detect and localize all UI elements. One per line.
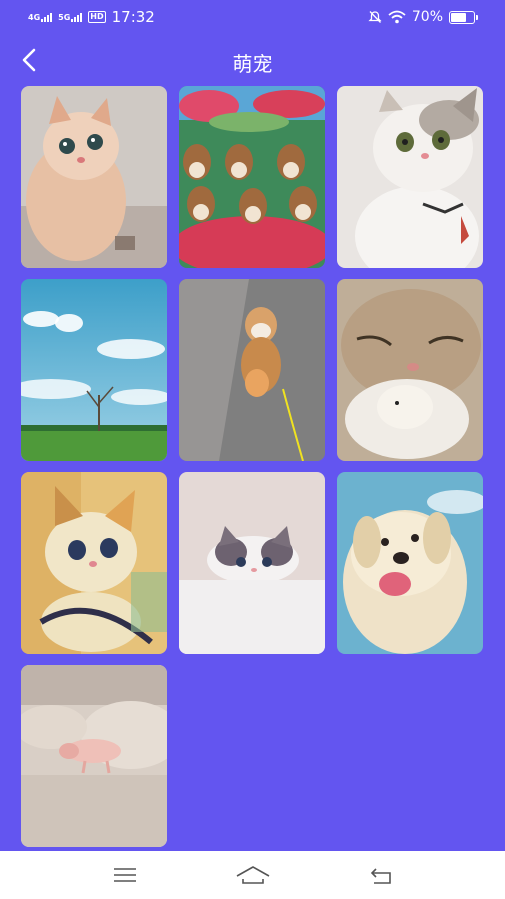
cat-image	[337, 86, 483, 268]
pet-image-6[interactable]	[337, 279, 483, 461]
home-button[interactable]	[227, 855, 279, 895]
status-right: 70%	[368, 9, 478, 25]
battery-icon	[449, 10, 478, 24]
menu-button[interactable]	[99, 855, 151, 895]
system-back-button[interactable]	[355, 855, 407, 895]
network-label-5g: 5G	[58, 13, 71, 22]
back-icon	[370, 868, 391, 884]
page-title: 萌宠	[232, 52, 273, 76]
signal-icon	[71, 12, 83, 22]
pet-gallery	[21, 86, 483, 847]
home-icon	[236, 866, 269, 884]
pet-image-4[interactable]	[21, 279, 167, 461]
cat-image	[21, 86, 167, 268]
pet-image-3[interactable]	[337, 86, 483, 268]
pet-image-10[interactable]	[21, 665, 167, 847]
status-left: 4G 5G HD 17:32	[28, 8, 155, 26]
dogs-image	[179, 86, 325, 268]
signal-icon	[41, 12, 53, 22]
dog-image	[337, 472, 483, 654]
cat-image	[179, 472, 325, 654]
kitten-image	[21, 472, 167, 654]
puppy-image	[179, 279, 325, 461]
navigation-bar	[0, 851, 505, 899]
clock: 17:32	[111, 8, 155, 26]
pet-image-8[interactable]	[179, 472, 325, 654]
status-bar: 4G 5G HD 17:32 70%	[0, 0, 505, 34]
pet-image-1[interactable]	[21, 86, 167, 268]
cat-image	[337, 279, 483, 461]
pet-image-9[interactable]	[337, 472, 483, 654]
pet-image-7[interactable]	[21, 472, 167, 654]
network-indicator-5g: 5G	[58, 12, 83, 22]
battery-percent: 70%	[411, 9, 443, 25]
piglet-image	[21, 665, 167, 847]
hd-badge: HD	[88, 11, 106, 23]
pet-image-2[interactable]	[179, 86, 325, 268]
landscape-image	[21, 279, 167, 461]
mute-icon	[368, 11, 382, 23]
wifi-icon	[388, 10, 406, 24]
menu-icon	[113, 868, 136, 882]
network-indicator-4g: 4G	[28, 12, 53, 22]
title-bar: 萌宠	[0, 38, 505, 82]
network-label-4g: 4G	[28, 13, 41, 22]
pet-image-5[interactable]	[179, 279, 325, 461]
